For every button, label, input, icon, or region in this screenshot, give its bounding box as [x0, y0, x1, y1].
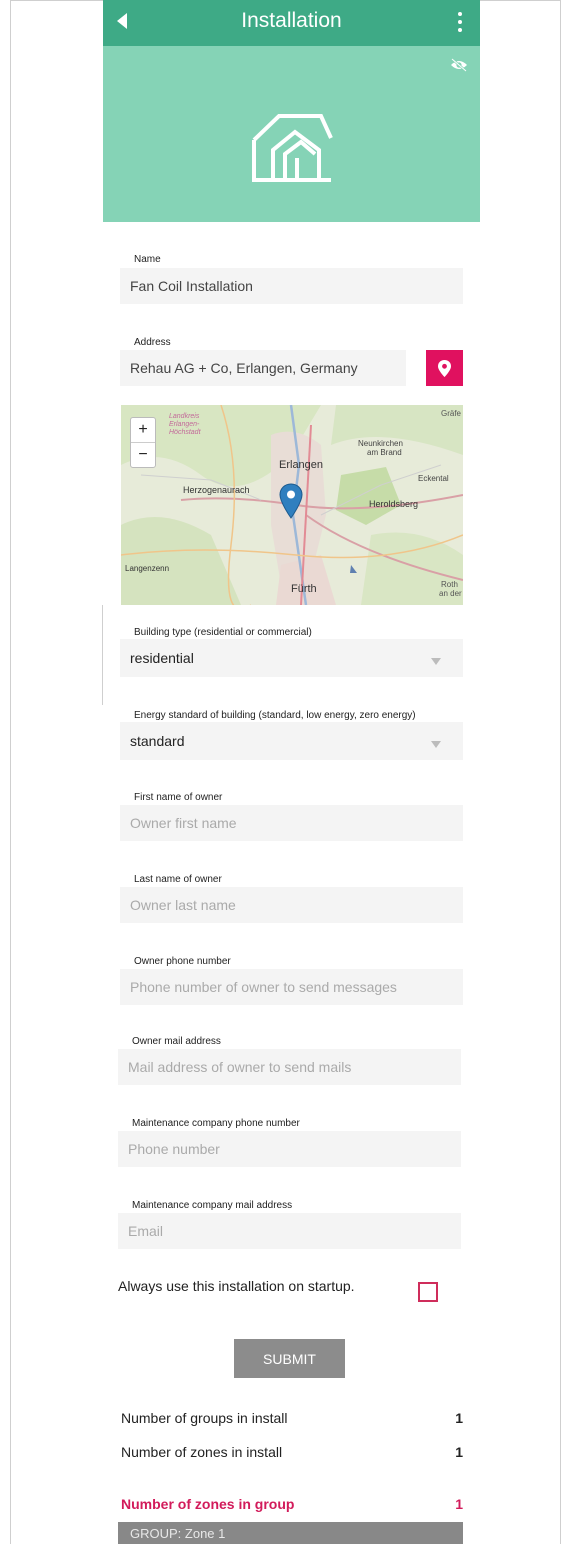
map-label-roth: Roth: [441, 580, 458, 589]
owner-last-name-label: Last name of owner: [134, 874, 222, 885]
owner-mail-input[interactable]: Mail address of owner to send mails: [118, 1049, 461, 1085]
address-input[interactable]: Rehau AG + Co, Erlangen, Germany: [120, 350, 406, 386]
startup-checkbox[interactable]: [418, 1282, 438, 1302]
groups-count-value: 1: [455, 1410, 463, 1426]
maintenance-mail-input[interactable]: Email: [118, 1213, 461, 1249]
house-icon: [252, 114, 333, 182]
dropdown-arrow-icon: [431, 658, 441, 665]
owner-first-name-input[interactable]: Owner first name: [120, 805, 463, 841]
installation-hero: [103, 46, 480, 222]
zones-in-group-label: Number of zones in group: [121, 1496, 295, 1512]
owner-phone-label: Owner phone number: [134, 956, 231, 967]
map-label-hochstadt: Höchstadt: [169, 429, 201, 436]
location-map[interactable]: Landkreis Erlangen- Höchstadt Neunkirche…: [121, 405, 463, 605]
dropdown-arrow-icon: [431, 741, 441, 748]
name-label: Name: [134, 254, 161, 265]
map-label-an-der: an der: [439, 589, 462, 598]
app-bar: Installation: [103, 0, 480, 46]
map-label-landkreis: Landkreis: [169, 413, 200, 420]
map-pin-icon: [438, 360, 451, 377]
owner-last-name-input[interactable]: Owner last name: [120, 887, 463, 923]
building-type-label: Building type (residential or commercial…: [134, 627, 312, 638]
building-type-select[interactable]: residential: [120, 639, 463, 677]
map-label-heroldsberg: Heroldsberg: [369, 499, 419, 509]
map-label-eckental: Eckental: [418, 474, 449, 483]
zones-count-value: 1: [455, 1444, 463, 1460]
map-zoom-control: + −: [130, 417, 156, 468]
frame-right-border: [560, 0, 561, 1544]
name-input[interactable]: Fan Coil Installation: [120, 268, 463, 304]
owner-first-name-label: First name of owner: [134, 792, 223, 803]
map-label-erlangen-hoch: Erlangen-: [169, 421, 200, 428]
zones-count-label: Number of zones in install: [121, 1444, 283, 1460]
energy-standard-value: standard: [130, 733, 185, 749]
more-vert-icon[interactable]: [458, 12, 462, 32]
building-type-value: residential: [130, 650, 194, 666]
groups-count-label: Number of groups in install: [121, 1410, 288, 1426]
map-label-herzogenaurach: Herzogenaurach: [183, 485, 250, 495]
map-label-erlangen: Erlangen: [279, 459, 324, 471]
map-label-grafe: Gräfe: [441, 409, 462, 418]
map-marker-icon: [279, 483, 303, 519]
map-label-neunkirchen: Neunkirchen: [358, 439, 403, 448]
maintenance-phone-input[interactable]: Phone number: [118, 1131, 461, 1167]
group-header[interactable]: GROUP: Zone 1: [118, 1522, 463, 1544]
maintenance-mail-label: Maintenance company mail address: [132, 1200, 293, 1211]
page-title: Installation: [241, 9, 342, 32]
submit-button[interactable]: SUBMIT: [234, 1339, 345, 1378]
energy-standard-label: Energy standard of building (standard, l…: [134, 710, 416, 721]
locate-address-button[interactable]: [426, 350, 463, 386]
map-label-am-brand: am Brand: [367, 448, 402, 457]
owner-mail-label: Owner mail address: [132, 1036, 221, 1047]
maintenance-phone-label: Maintenance company phone number: [132, 1118, 300, 1129]
address-label: Address: [134, 337, 171, 348]
map-label-furth: Fürth: [291, 583, 317, 595]
sidebar-edge: [102, 605, 103, 705]
zones-in-group-value: 1: [455, 1496, 463, 1512]
map-zoom-in-button[interactable]: +: [131, 418, 155, 442]
map-label-langenzenn: Langenzenn: [125, 564, 170, 573]
visibility-off-icon[interactable]: [450, 58, 468, 72]
energy-standard-select[interactable]: standard: [120, 722, 463, 760]
owner-phone-input[interactable]: Phone number of owner to send messages: [120, 969, 463, 1005]
startup-label: Always use this installation on startup.: [118, 1278, 355, 1294]
map-zoom-out-button[interactable]: −: [131, 442, 155, 467]
frame-left-border: [10, 0, 11, 1544]
